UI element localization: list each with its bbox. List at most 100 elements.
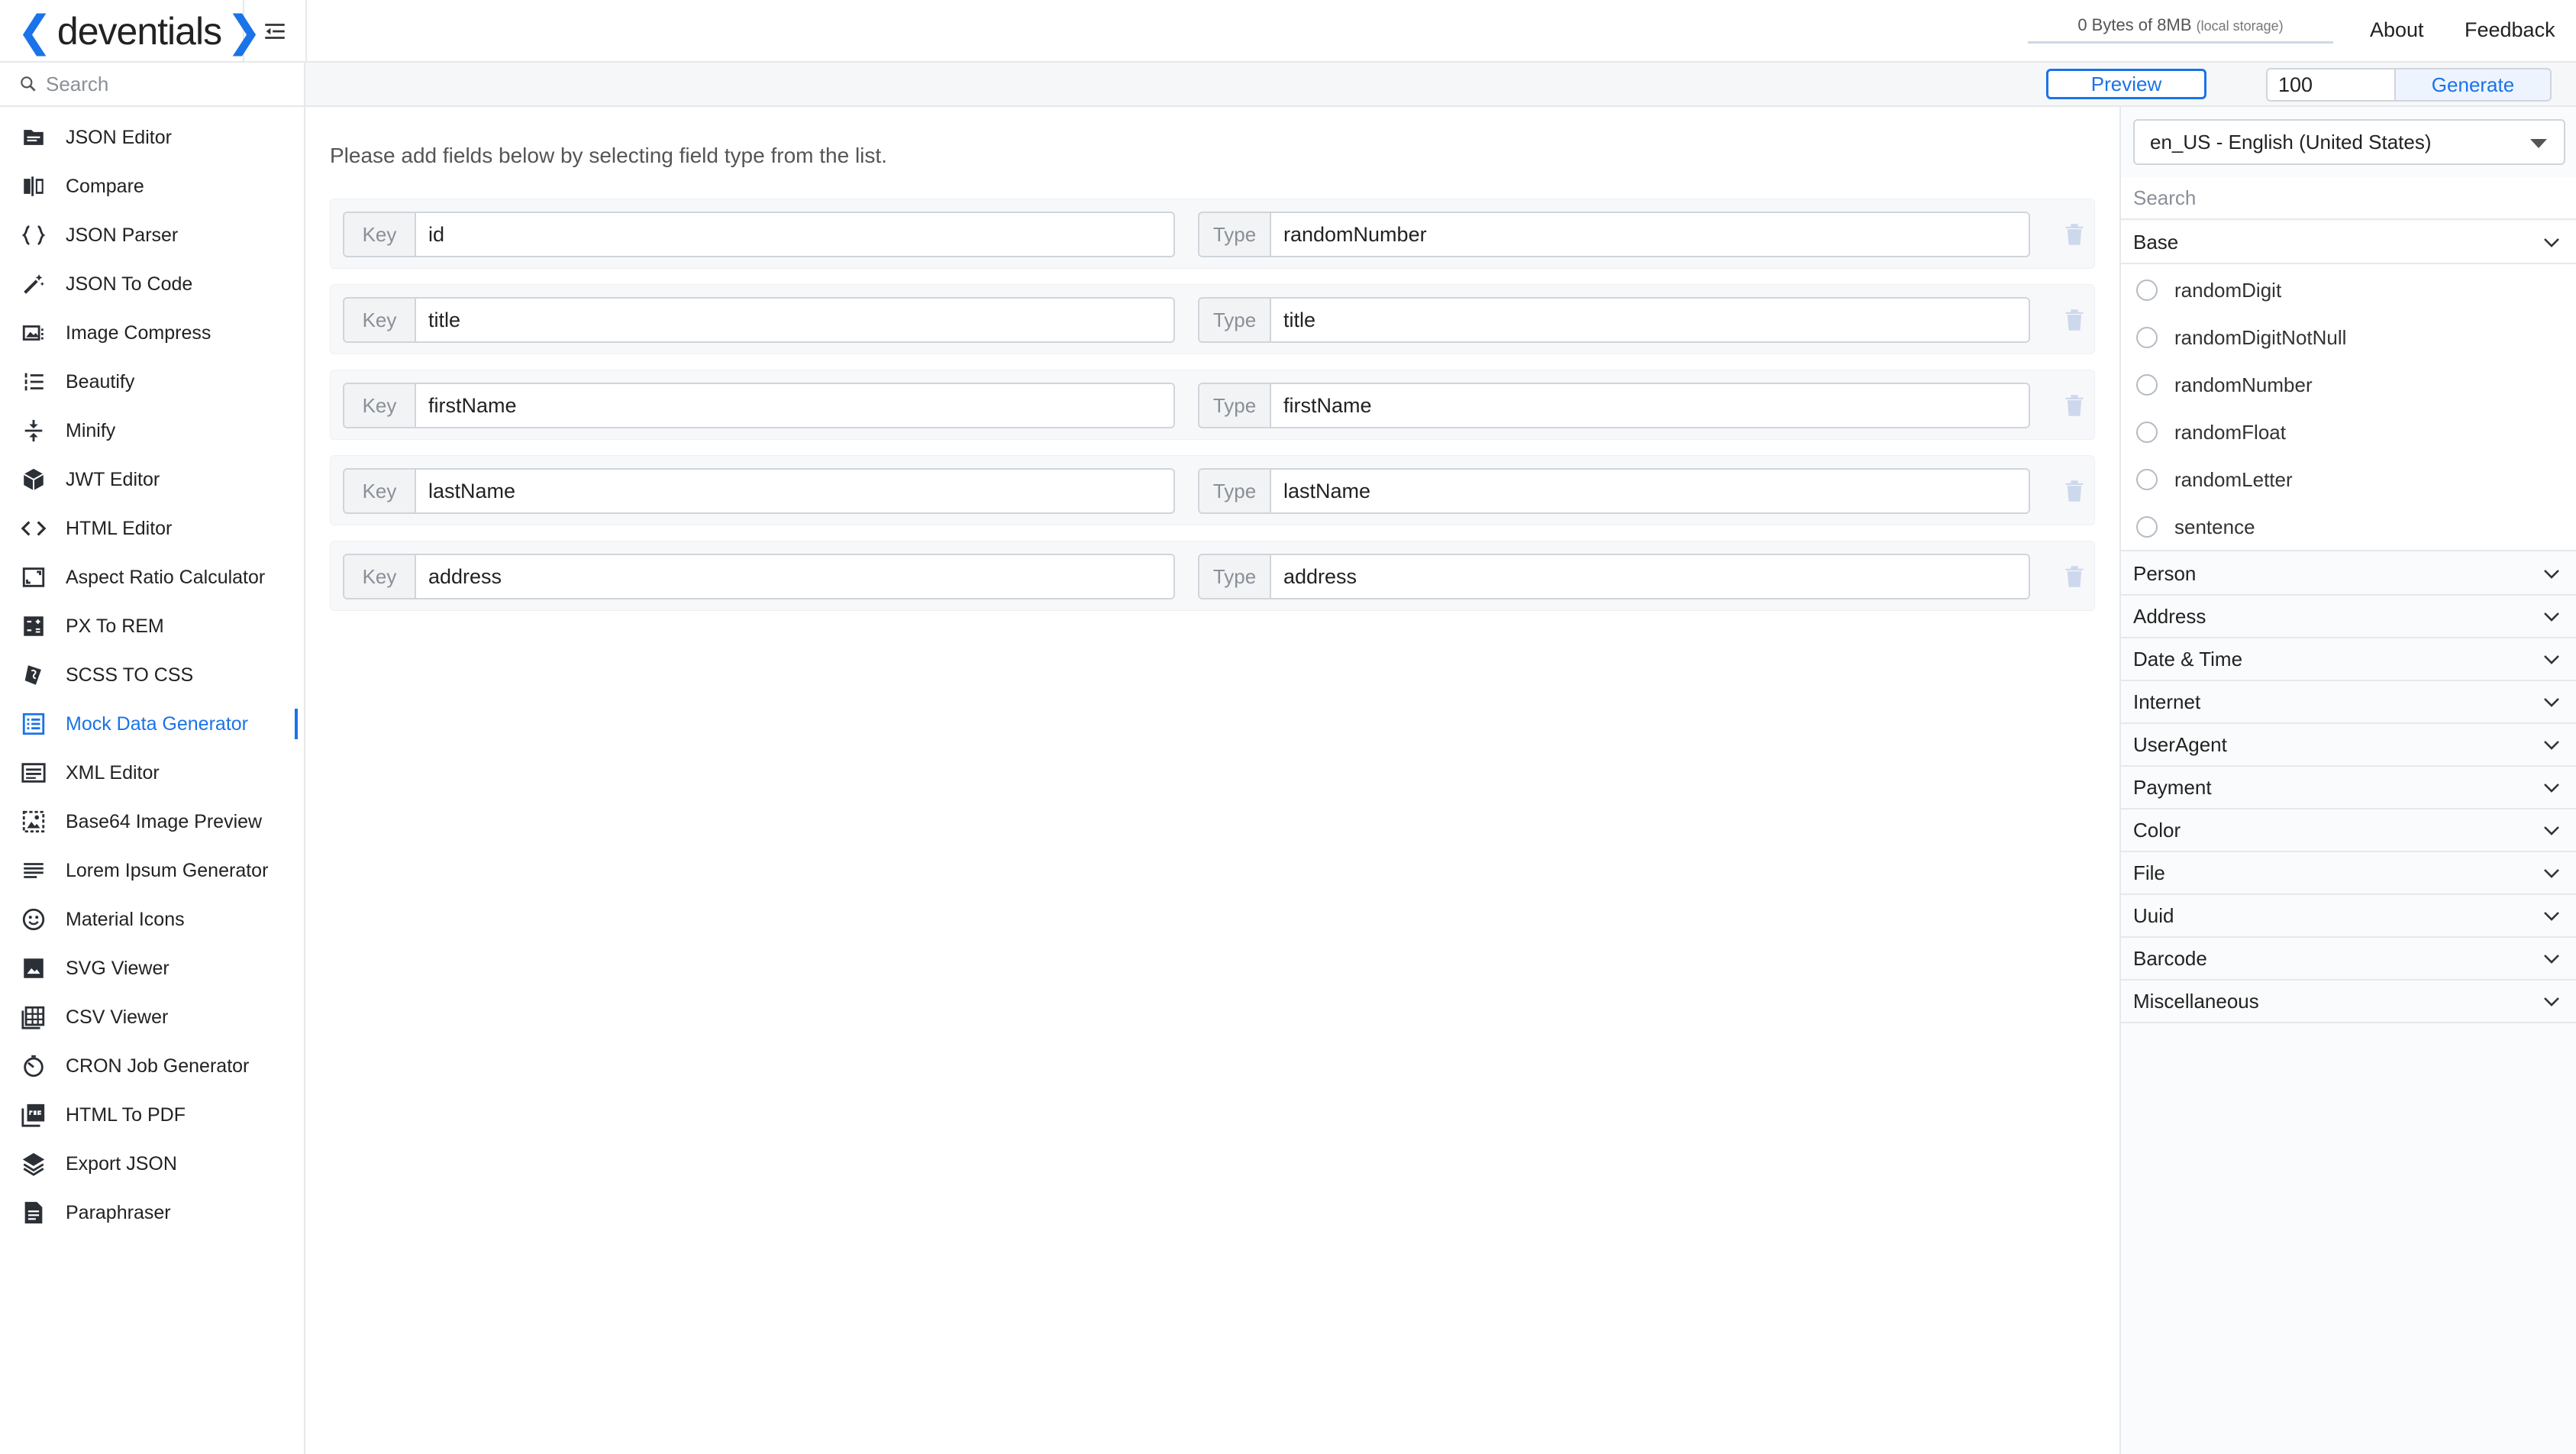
sidebar-item-json-editor[interactable]: JSON Editor	[0, 113, 304, 162]
sidebar-item-html-to-pdf[interactable]: HTML To PDF	[0, 1090, 304, 1139]
key-addon-label: Key	[344, 299, 416, 341]
category-label: Barcode	[2133, 946, 2207, 970]
sidebar-item-json-parser[interactable]: JSON Parser	[0, 211, 304, 260]
option-label: randomDigit	[2174, 278, 2282, 302]
sidebar-item-compare[interactable]: Compare	[0, 162, 304, 211]
category-address[interactable]: Address	[2121, 596, 2576, 638]
trash-icon[interactable]	[2064, 393, 2085, 418]
category-miscellaneous[interactable]: Miscellaneous	[2121, 981, 2576, 1023]
category-person[interactable]: Person	[2121, 553, 2576, 596]
field-type-panel: en_US - English (United States) Base ran…	[2119, 107, 2576, 1454]
sidebar-item-label: HTML To PDF	[66, 1103, 186, 1126]
sidebar-item-beautify[interactable]: Beautify	[0, 357, 304, 406]
field-key-input[interactable]	[416, 299, 1173, 341]
sidebar-item-scss-to-css[interactable]: SCSS TO CSS	[0, 651, 304, 700]
sidebar: JSON Editor Compare JSON Parser JSON To …	[0, 107, 305, 1454]
field-type-input[interactable]	[1271, 213, 2029, 256]
key-addon-label: Key	[344, 470, 416, 512]
type-input-group: Type	[1198, 383, 2030, 428]
field-key-input[interactable]	[416, 555, 1173, 598]
option-randomfloat[interactable]: randomFloat	[2136, 417, 2286, 448]
option-label: randomLetter	[2174, 467, 2293, 491]
sidebar-item-html-editor[interactable]: HTML Editor	[0, 504, 304, 553]
table-list-icon	[20, 710, 47, 738]
category-color[interactable]: Color	[2121, 809, 2576, 852]
timer-icon	[20, 1052, 47, 1080]
category-payment[interactable]: Payment	[2121, 767, 2576, 809]
category-uuid[interactable]: Uuid	[2121, 895, 2576, 938]
category-internet[interactable]: Internet	[2121, 681, 2576, 724]
sidebar-item-cron-job-generator[interactable]: CRON Job Generator	[0, 1042, 304, 1090]
option-randomnumber[interactable]: randomNumber	[2136, 370, 2313, 400]
option-randomdigitnotnull[interactable]: randomDigitNotNull	[2136, 322, 2346, 353]
category-useragent[interactable]: UserAgent	[2121, 724, 2576, 767]
trash-icon[interactable]	[2064, 564, 2085, 589]
field-type-input[interactable]	[1271, 299, 2029, 341]
sidebar-item-jwt-editor[interactable]: JWT Editor	[0, 455, 304, 504]
sidebar-item-label: CSV Viewer	[66, 1006, 169, 1028]
category-label: Address	[2133, 604, 2206, 628]
radio-button[interactable]	[2136, 374, 2158, 396]
category-label: Base	[2133, 230, 2179, 254]
radio-button[interactable]	[2136, 516, 2158, 538]
radio-button[interactable]	[2136, 327, 2158, 348]
field-key-input[interactable]	[416, 384, 1173, 427]
magic-wand-icon	[20, 270, 47, 298]
field-row: Key Type	[330, 370, 2095, 440]
brand-logo[interactable]: ❮ deventials ❯	[0, 0, 262, 63]
preview-button[interactable]: Preview	[2046, 69, 2206, 99]
trash-icon[interactable]	[2064, 479, 2085, 503]
sidebar-item-base64-image-preview[interactable]: Base64 Image Preview	[0, 797, 304, 846]
category-date-time[interactable]: Date & Time	[2121, 638, 2576, 681]
about-link[interactable]: About	[2370, 18, 2424, 42]
calculator-icon	[20, 612, 47, 640]
field-row: Key Type	[330, 455, 2095, 525]
trash-icon[interactable]	[2064, 222, 2085, 247]
feedback-link[interactable]: Feedback	[2465, 18, 2555, 42]
field-key-input[interactable]	[416, 470, 1173, 512]
sidebar-item-json-to-code[interactable]: JSON To Code	[0, 260, 304, 309]
chevron-down-icon	[2544, 869, 2559, 878]
trash-icon[interactable]	[2064, 308, 2085, 332]
sidebar-item-label: Paraphraser	[66, 1201, 171, 1223]
sidebar-search-input[interactable]	[46, 72, 298, 96]
type-addon-label: Type	[1199, 470, 1271, 512]
generate-button[interactable]: Generate	[2394, 68, 2552, 102]
option-sentence[interactable]: sentence	[2136, 512, 2255, 542]
sidebar-item-minify[interactable]: Minify	[0, 406, 304, 455]
sidebar-item-mock-data-generator[interactable]: Mock Data Generator	[0, 700, 304, 748]
radio-button[interactable]	[2136, 469, 2158, 490]
sidebar-item-label: Minify	[66, 419, 116, 441]
sidebar-collapse-button[interactable]	[244, 0, 307, 63]
sidebar-item-paraphraser[interactable]: Paraphraser	[0, 1188, 304, 1237]
radio-button[interactable]	[2136, 279, 2158, 301]
storage-usage-text: 0 Bytes of 8MB	[2077, 15, 2192, 34]
option-randomdigit[interactable]: randomDigit	[2136, 275, 2281, 305]
field-type-input[interactable]	[1271, 555, 2029, 598]
field-type-input[interactable]	[1271, 384, 2029, 427]
chevron-down-icon	[2544, 826, 2559, 835]
sidebar-item-px-to-rem[interactable]: PX To REM	[0, 602, 304, 651]
category-base[interactable]: Base	[2121, 221, 2576, 264]
option-randomletter[interactable]: randomLetter	[2136, 464, 2293, 495]
sidebar-item-svg-viewer[interactable]: SVG Viewer	[0, 944, 304, 993]
category-label: UserAgent	[2133, 732, 2227, 756]
sidebar-item-aspect-ratio-calculator[interactable]: Aspect Ratio Calculator	[0, 553, 304, 602]
locale-select[interactable]: en_US - English (United States)	[2133, 119, 2565, 165]
sidebar-item-material-icons[interactable]: Material Icons	[0, 895, 304, 944]
sidebar-item-xml-editor[interactable]: XML Editor	[0, 748, 304, 797]
radio-button[interactable]	[2136, 422, 2158, 443]
category-barcode[interactable]: Barcode	[2121, 938, 2576, 981]
field-key-input[interactable]	[416, 213, 1173, 256]
field-type-input[interactable]	[1271, 470, 2029, 512]
row-count-input[interactable]	[2266, 68, 2394, 102]
sidebar-item-csv-viewer[interactable]: CSV Viewer	[0, 993, 304, 1042]
type-input-group: Type	[1198, 554, 2030, 599]
sidebar-item-export-json[interactable]: Export JSON	[0, 1139, 304, 1188]
key-input-group: Key	[343, 297, 1175, 343]
type-input-group: Type	[1198, 297, 2030, 343]
sidebar-item-image-compress[interactable]: Image Compress	[0, 309, 304, 357]
field-type-search-input[interactable]	[2133, 186, 2561, 210]
sidebar-item-lorem-ipsum-generator[interactable]: Lorem Ipsum Generator	[0, 846, 304, 895]
category-file[interactable]: File	[2121, 852, 2576, 895]
